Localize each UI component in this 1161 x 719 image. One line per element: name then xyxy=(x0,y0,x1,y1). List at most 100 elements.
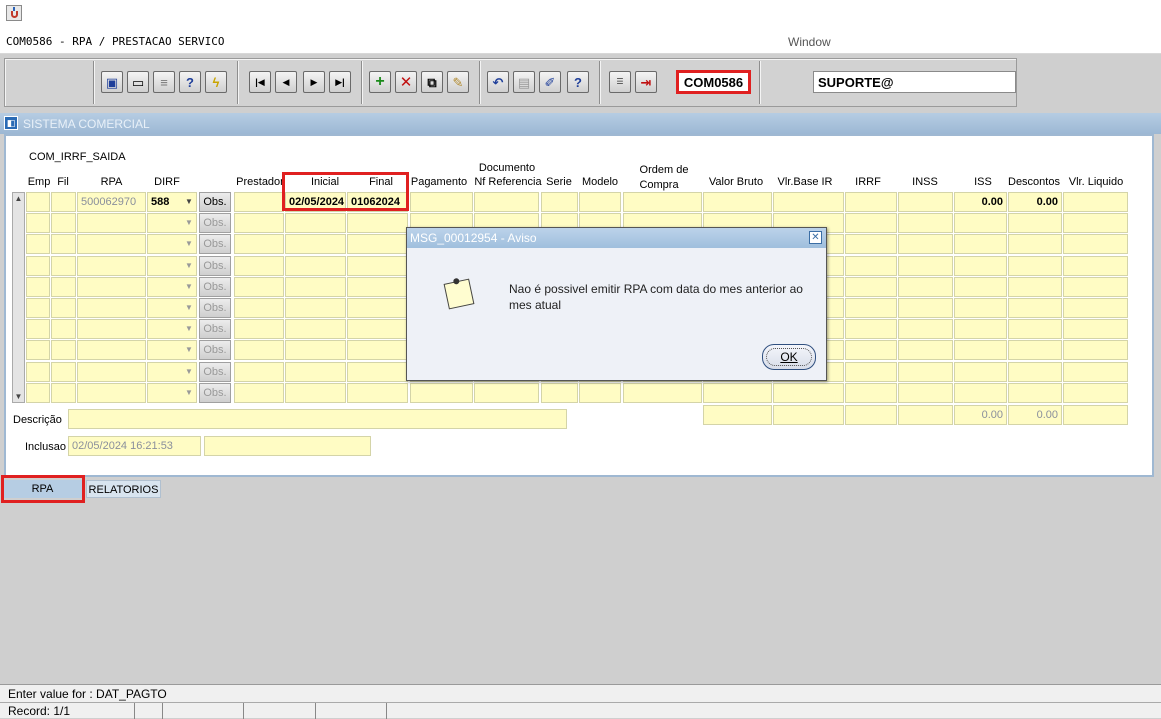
obs-button[interactable]: Obs. xyxy=(199,255,231,276)
next-record-icon[interactable]: ▶ xyxy=(303,71,325,93)
obs-button[interactable]: Obs. xyxy=(199,298,231,318)
grid-cell[interactable] xyxy=(954,319,1007,340)
grid-cell[interactable] xyxy=(51,276,76,297)
grid-cell[interactable] xyxy=(234,192,284,212)
descricao-field[interactable] xyxy=(68,409,567,429)
grid-cell[interactable] xyxy=(347,319,408,340)
grid-cell[interactable] xyxy=(285,382,346,403)
grid-cell[interactable] xyxy=(51,361,76,382)
grid-cell[interactable] xyxy=(845,340,897,361)
grid-cell[interactable] xyxy=(898,234,953,255)
inicial-field[interactable]: 02/05/2024 xyxy=(285,192,346,212)
grid-cell[interactable] xyxy=(623,382,702,403)
grid-cell[interactable] xyxy=(285,298,346,318)
grid-cell[interactable] xyxy=(898,213,953,234)
grid-cell[interactable] xyxy=(347,361,408,382)
grid-cell[interactable] xyxy=(541,382,578,403)
grid-cell[interactable] xyxy=(845,213,897,234)
grid-cell[interactable] xyxy=(954,213,1007,234)
java-icon[interactable] xyxy=(6,5,22,21)
grid-cell[interactable] xyxy=(541,192,578,212)
grid-cell[interactable] xyxy=(898,361,953,382)
help-icon[interactable]: ? xyxy=(567,71,589,93)
first-record-icon[interactable]: |◀ xyxy=(249,71,271,93)
grid-cell[interactable] xyxy=(898,382,953,403)
grid-cell[interactable] xyxy=(26,298,50,318)
grid-cell[interactable] xyxy=(898,276,953,297)
grid-cell[interactable] xyxy=(285,319,346,340)
grid-cell[interactable] xyxy=(77,255,146,276)
edit-icon[interactable]: ✐ xyxy=(539,71,561,93)
grid-cell[interactable] xyxy=(234,319,284,340)
grid-cell[interactable] xyxy=(845,319,897,340)
grid-cell[interactable] xyxy=(51,319,76,340)
scroll-up-icon[interactable]: ▲ xyxy=(13,193,24,204)
rpa-field[interactable]: 500062970 xyxy=(77,192,146,212)
obs-button[interactable]: Obs. xyxy=(199,213,231,234)
grid-cell[interactable] xyxy=(77,234,146,255)
ok-button[interactable]: OK xyxy=(762,344,816,370)
grid-cell[interactable] xyxy=(285,234,346,255)
dirf-dropdown-icon[interactable]: ▼ xyxy=(182,298,196,318)
scroll-down-icon[interactable]: ▼ xyxy=(13,391,24,402)
grid-cell[interactable] xyxy=(954,361,1007,382)
grid-cell[interactable] xyxy=(285,361,346,382)
grid-cell[interactable] xyxy=(1063,298,1128,318)
grid-cell[interactable] xyxy=(898,255,953,276)
grid-cell[interactable] xyxy=(77,319,146,340)
tab-relatorios[interactable]: RELATORIOS xyxy=(86,480,161,498)
tab-rpa[interactable]: RPA xyxy=(2,480,83,498)
grid-cell[interactable] xyxy=(954,276,1007,297)
clear-record-icon[interactable]: ✎ xyxy=(447,71,469,93)
execute-query-icon[interactable]: ϟ xyxy=(205,71,227,93)
query-icon[interactable]: ? xyxy=(179,71,201,93)
dirf-dropdown-icon[interactable]: ▼ xyxy=(182,383,196,403)
dirf-dropdown-icon[interactable]: ▼ xyxy=(182,319,196,339)
grid-cell[interactable] xyxy=(845,276,897,297)
obs-button[interactable]: Obs. xyxy=(199,276,231,297)
grid-cell[interactable] xyxy=(1008,255,1062,276)
grid-cell[interactable] xyxy=(703,382,772,403)
grid-cell[interactable] xyxy=(51,340,76,361)
grid-cell[interactable] xyxy=(347,298,408,318)
save-icon[interactable]: ▣ xyxy=(101,71,123,93)
grid-cell[interactable] xyxy=(26,192,50,212)
grid-cell[interactable] xyxy=(26,361,50,382)
dirf-dropdown-icon[interactable]: ▼ xyxy=(182,256,196,276)
grid-cell[interactable] xyxy=(703,192,772,212)
grid-cell[interactable] xyxy=(1008,213,1062,234)
clipboard-icon[interactable]: ▤ xyxy=(513,71,535,93)
obs-button[interactable]: Obs. xyxy=(199,382,231,403)
grid-cell[interactable] xyxy=(347,255,408,276)
dirf-dropdown-icon[interactable]: ▼ xyxy=(182,277,196,297)
grid-cell[interactable] xyxy=(51,382,76,403)
grid-cell[interactable] xyxy=(51,298,76,318)
grid-cell[interactable] xyxy=(234,255,284,276)
grid-cell[interactable] xyxy=(77,213,146,234)
grid-cell[interactable] xyxy=(1063,319,1128,340)
exit-icon[interactable]: ⇥ xyxy=(635,71,657,93)
window-menu[interactable]: Window xyxy=(788,35,831,49)
dirf-dropdown-icon[interactable]: ▼ xyxy=(182,192,196,212)
grid-cell[interactable] xyxy=(579,192,621,212)
grid-cell[interactable] xyxy=(234,234,284,255)
dirf-dropdown-icon[interactable]: ▼ xyxy=(182,340,196,360)
grid-cell[interactable] xyxy=(579,382,621,403)
grid-cell[interactable] xyxy=(77,382,146,403)
grid-cell[interactable] xyxy=(26,213,50,234)
grid-cell[interactable] xyxy=(77,361,146,382)
grid-cell[interactable] xyxy=(954,340,1007,361)
grid-cell[interactable] xyxy=(77,276,146,297)
grid-cell[interactable] xyxy=(1008,382,1062,403)
grid-cell[interactable] xyxy=(1063,234,1128,255)
dirf-dropdown-icon[interactable]: ▼ xyxy=(182,362,196,382)
grid-cell[interactable] xyxy=(234,213,284,234)
grid-cell[interactable] xyxy=(898,319,953,340)
undo-icon[interactable]: ↶ xyxy=(487,71,509,93)
grid-cell[interactable] xyxy=(51,234,76,255)
grid-cell[interactable] xyxy=(26,319,50,340)
grid-cell[interactable] xyxy=(234,340,284,361)
grid-cell[interactable] xyxy=(1008,276,1062,297)
grid-cell[interactable] xyxy=(1063,276,1128,297)
grid-cell[interactable] xyxy=(234,298,284,318)
